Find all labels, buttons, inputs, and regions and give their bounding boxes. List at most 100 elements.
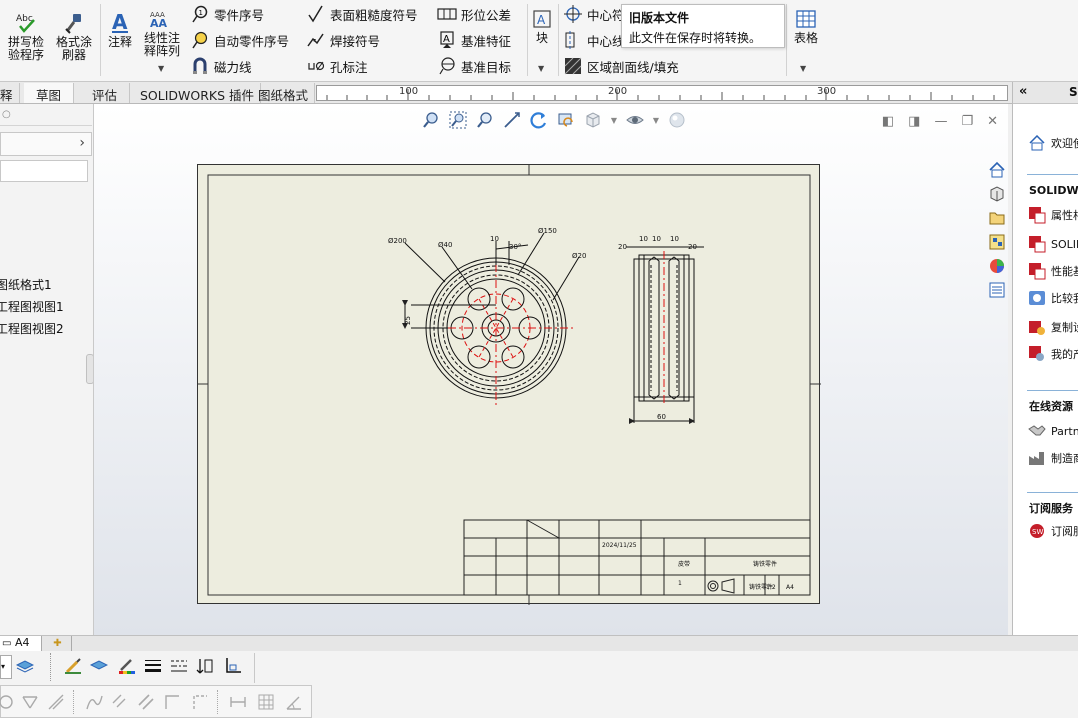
chevron-down-icon[interactable]: ▼ — [651, 110, 661, 130]
svg-text:1: 1 — [199, 9, 203, 17]
resource-link[interactable]: 属性相 — [1027, 206, 1078, 224]
resource-link[interactable]: 我的产 — [1027, 345, 1078, 363]
chevron-right-icon[interactable]: › — [79, 135, 85, 151]
gtol-button[interactable]: 形位公差 — [437, 4, 511, 24]
hide-show-edges-icon[interactable] — [194, 655, 216, 677]
tables-button[interactable]: 表格 — [790, 8, 822, 45]
file-explorer-icon[interactable] — [986, 207, 1008, 229]
block-button[interactable]: A 块 — [530, 8, 554, 45]
centerline-tool-icon[interactable] — [189, 691, 211, 713]
panel-splitter-handle[interactable] — [86, 354, 93, 384]
design-library-icon[interactable] — [986, 183, 1008, 205]
line-style-icon[interactable] — [168, 655, 190, 677]
previous-view-icon[interactable]: ◧ — [882, 114, 894, 129]
resource-link[interactable]: 性能基 — [1027, 262, 1078, 280]
hide-show-items-icon[interactable] — [624, 110, 646, 130]
circle-tool-icon[interactable] — [0, 691, 17, 713]
handshake-icon — [1027, 422, 1047, 440]
layer-icon[interactable] — [88, 655, 110, 677]
datum-feature-icon: A — [437, 31, 457, 49]
tables-dropdown-icon[interactable]: ▼ — [800, 64, 806, 73]
note-button[interactable]: A 注释 — [104, 11, 136, 49]
welcome-link[interactable]: 欢迎使 — [1027, 134, 1078, 152]
angle-tool-icon[interactable] — [283, 691, 305, 713]
line-thickness-icon[interactable] — [142, 655, 164, 677]
subscription-link[interactable]: SW 订阅服 — [1027, 522, 1078, 540]
tree-item-sheet-format[interactable]: 图纸格式1 — [0, 276, 52, 293]
tab-sketch[interactable]: 草图 — [24, 83, 75, 103]
tree-item-drawing-view1[interactable]: 工程图视图1 — [0, 298, 64, 315]
tree-item-drawing-view2[interactable]: 工程图视图2 — [0, 320, 64, 337]
minimize-icon[interactable]: — — [934, 114, 947, 129]
hole-callout-button[interactable]: 孔标注 — [306, 56, 368, 76]
magnetic-line-button[interactable]: 磁力线 — [190, 56, 252, 76]
pan-icon[interactable] — [501, 110, 523, 130]
surface-finish-button[interactable]: 表面粗糙度符号 — [306, 4, 418, 24]
format-painter-button[interactable]: 格式涂 刷器 — [52, 12, 96, 62]
appearance-icon[interactable] — [666, 110, 688, 130]
smart-dimension-tool-icon[interactable] — [19, 691, 41, 713]
zoom-in-out-icon[interactable] — [474, 110, 496, 130]
restore-icon[interactable]: ❐ — [961, 114, 973, 129]
tab-evaluate[interactable]: 评估 — [80, 83, 131, 103]
datum-feature-button[interactable]: A 基准特征 — [437, 30, 511, 50]
view-orientation-icon[interactable] — [582, 110, 604, 130]
tab-annotation[interactable]: 释 — [0, 83, 20, 103]
layer-properties-icon[interactable] — [14, 655, 36, 677]
line-format-icon[interactable] — [222, 655, 244, 677]
sheet-tab-a4[interactable]: ▭ A4 — [0, 636, 42, 651]
grid-tool-icon[interactable] — [255, 691, 277, 713]
title-block-qty: 1 — [678, 580, 682, 587]
linear-note-pattern-button[interactable]: AAA AA 线性注 释阵列 — [140, 8, 184, 58]
parallel-lines-tool-icon[interactable] — [135, 691, 157, 713]
resource-link[interactable]: 比较我 — [1027, 289, 1078, 307]
zoom-area-icon[interactable] — [447, 110, 469, 130]
custom-properties-icon[interactable] — [986, 279, 1008, 301]
add-sheet-tab[interactable]: ✚ — [44, 636, 72, 651]
title-block-scale: 1:2 — [766, 584, 776, 591]
tab-solidworks-addins[interactable]: SOLIDWORKS 插件 — [134, 83, 262, 103]
graphics-area[interactable]: ▼ ▼ ◧ ◨ — ❐ ✕ Ø200 Ø40 Ø150 Ø20 30° 10 2… — [94, 104, 1008, 635]
filter-input[interactable] — [0, 160, 88, 182]
block-dropdown-icon[interactable]: ▼ — [538, 64, 544, 73]
balloon-button[interactable]: 1 零件序号 — [190, 4, 264, 24]
datum-target-button[interactable]: 基准目标 — [437, 56, 511, 76]
spline-tool-icon[interactable] — [83, 691, 105, 713]
magnet-icon — [190, 57, 210, 75]
centerline-button[interactable]: 中心线 — [563, 30, 625, 50]
corner-rectangle-tool-icon[interactable] — [161, 691, 183, 713]
layer-dropdown[interactable]: ▾ — [0, 655, 12, 679]
panel-handle-icon[interactable]: ○ — [2, 109, 11, 120]
offset-tool-icon[interactable] — [109, 691, 131, 713]
next-view-icon[interactable]: ◨ — [908, 114, 920, 129]
tab-sheet-format[interactable]: 图纸格式 — [252, 83, 316, 103]
manufacturer-link[interactable]: 制造商 — [1027, 449, 1078, 467]
title-block-date: 2024/11/25 — [602, 542, 637, 549]
projection-symbol-icon — [707, 578, 735, 594]
partner-link[interactable]: Partn — [1027, 422, 1078, 440]
appearances-icon[interactable] — [986, 255, 1008, 277]
weld-symbol-button[interactable]: 焊接符号 — [306, 30, 380, 50]
close-icon[interactable]: ✕ — [987, 114, 998, 129]
chevron-down-icon[interactable]: ▼ — [609, 110, 619, 130]
rotate-icon[interactable] — [528, 110, 550, 130]
dimension-tool-icon[interactable] — [227, 691, 249, 713]
color-display-mode-icon[interactable] — [116, 655, 138, 677]
line-color-icon[interactable] — [62, 655, 84, 677]
zoom-to-fit-icon[interactable] — [420, 110, 442, 130]
resource-link[interactable]: 复制设 — [1027, 318, 1078, 336]
linear-pattern-dropdown-icon[interactable]: ▼ — [158, 64, 164, 73]
auto-balloon-button[interactable]: 自动零件序号 — [190, 30, 289, 50]
sketch-fillet-tool-icon[interactable] — [45, 691, 67, 713]
svg-text:A: A — [443, 34, 450, 45]
resource-link[interactable]: SOLID — [1027, 235, 1078, 253]
collapse-pane-icon[interactable]: « — [1019, 84, 1027, 99]
spellcheck-button[interactable]: Abc 拼写检 验程序 — [4, 12, 48, 62]
redraw-icon[interactable] — [555, 110, 577, 130]
center-mark-button[interactable]: 中心符 — [563, 4, 625, 24]
view-palette-icon[interactable] — [986, 231, 1008, 253]
drawing-sheet[interactable]: Ø200 Ø40 Ø150 Ø20 30° 10 25 20 10 10 10 … — [197, 164, 821, 605]
home-icon[interactable] — [986, 159, 1008, 181]
heads-up-view-toolbar: ▼ ▼ — [420, 110, 688, 130]
area-hatch-button[interactable]: 区域剖面线/填充 — [563, 56, 679, 76]
